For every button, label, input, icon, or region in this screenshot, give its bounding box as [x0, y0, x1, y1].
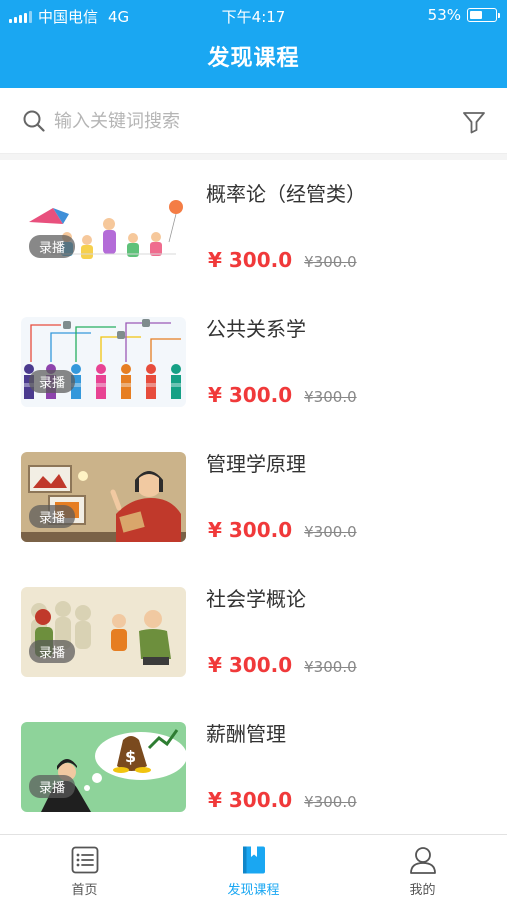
filter-icon[interactable]	[461, 109, 487, 135]
course-title: 概率论（经管类）	[206, 182, 366, 206]
original-price: ¥300.0	[304, 658, 357, 676]
course-item[interactable]: $ 录播 薪酬管理 ¥ 300.0 ¥300.0	[0, 700, 507, 835]
page-title: 发现课程	[207, 46, 300, 71]
course-title: 社会学概论	[206, 587, 306, 611]
course-price: ¥ 300.0	[208, 653, 293, 677]
tab-label: 发现课程	[227, 883, 280, 898]
original-price: ¥300.0	[304, 523, 357, 541]
search-bar	[0, 88, 507, 154]
course-price: ¥ 300.0	[208, 788, 293, 812]
battery-percent: 53%	[427, 6, 461, 24]
tab-label: 首页	[71, 883, 98, 898]
replay-badge: 录播	[29, 775, 76, 798]
course-item[interactable]: 录播 管理学原理 ¥ 300.0 ¥300.0	[0, 430, 507, 565]
app-header: 中国电信 4G 下午4:17 53% 发现课程	[0, 0, 507, 88]
person-icon	[410, 847, 436, 874]
tab-mine[interactable]: 我的	[338, 835, 507, 900]
course-list: 录播 概率论（经管类） ¥ 300.0 ¥300.0 录播 公共关系学 ¥ 30…	[0, 160, 507, 835]
course-title: 公共关系学	[206, 317, 306, 341]
original-price: ¥300.0	[304, 388, 357, 406]
book-icon	[243, 846, 265, 874]
replay-badge: 录播	[29, 235, 76, 258]
course-thumbnail: 录播	[21, 587, 186, 677]
course-price: ¥ 300.0	[208, 518, 293, 542]
replay-badge: 录播	[29, 505, 76, 528]
course-thumbnail: 录播	[21, 452, 186, 542]
course-item[interactable]: 录播 公共关系学 ¥ 300.0 ¥300.0	[0, 295, 507, 430]
original-price: ¥300.0	[304, 793, 357, 811]
tab-home[interactable]: 首页	[0, 835, 169, 900]
course-title: 薪酬管理	[206, 722, 286, 746]
svg-text:$: $	[125, 747, 136, 766]
bottom-tab-bar: 首页 发现课程 我的	[0, 834, 507, 900]
course-title: 管理学原理	[206, 452, 306, 476]
tab-label: 我的	[409, 883, 436, 898]
course-price: ¥ 300.0	[208, 248, 293, 272]
replay-badge: 录播	[29, 640, 76, 663]
replay-badge: 录播	[29, 370, 76, 393]
course-thumbnail: 录播	[21, 182, 186, 272]
course-thumbnail: 录播	[21, 317, 186, 407]
original-price: ¥300.0	[304, 253, 357, 271]
course-thumbnail: $ 录播	[21, 722, 186, 812]
list-icon	[71, 846, 99, 874]
status-bar: 中国电信 4G 下午4:17 53%	[0, 0, 507, 30]
price-row: ¥ 300.0 ¥300.0	[208, 788, 357, 812]
course-item[interactable]: 录播 概率论（经管类） ¥ 300.0 ¥300.0	[0, 160, 507, 295]
price-row: ¥ 300.0 ¥300.0	[208, 518, 357, 542]
course-price: ¥ 300.0	[208, 383, 293, 407]
price-row: ¥ 300.0 ¥300.0	[208, 653, 357, 677]
search-icon	[23, 110, 45, 132]
price-row: ¥ 300.0 ¥300.0	[208, 383, 357, 407]
price-row: ¥ 300.0 ¥300.0	[208, 248, 357, 272]
tab-discover-courses[interactable]: 发现课程	[169, 835, 338, 900]
battery-icon	[467, 8, 500, 22]
search-input[interactable]	[54, 106, 434, 136]
course-item[interactable]: 录播 社会学概论 ¥ 300.0 ¥300.0	[0, 565, 507, 700]
